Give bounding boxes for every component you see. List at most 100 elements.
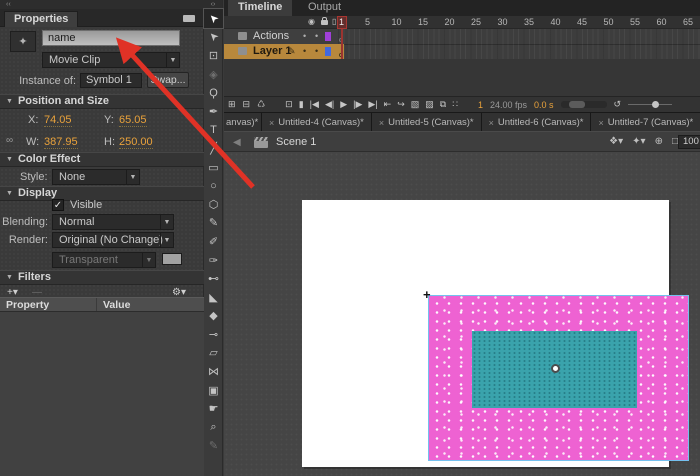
slider-knob[interactable]: [652, 101, 659, 108]
rectangle-tool[interactable]: ▭: [204, 158, 223, 177]
line-tool[interactable]: ╱: [204, 139, 223, 158]
y-value[interactable]: 65.05: [119, 114, 147, 127]
onion-skin-icon[interactable]: ▧: [411, 99, 420, 110]
show-hide-layers-eye-icon[interactable]: ◉: [308, 17, 315, 26]
swap-button[interactable]: Swap...: [147, 72, 189, 88]
document-tab-1[interactable]: ×Untitled-4 (Canvas)*: [262, 113, 372, 131]
document-tab-0[interactable]: anvas)*: [224, 113, 262, 131]
ruler-frame-65[interactable]: 65: [683, 17, 693, 27]
stroke-color-well[interactable]: ✎: [204, 437, 223, 456]
layer-outline-color-swatch[interactable]: [325, 47, 331, 56]
ruler-frame-55[interactable]: 55: [630, 17, 640, 27]
step-forward-button[interactable]: |▶: [353, 99, 362, 110]
layer-row-actions[interactable]: Actions • •: [224, 29, 338, 44]
lock-layers-icon[interactable]: [321, 20, 328, 25]
center-frame-icon[interactable]: ⊡: [285, 99, 293, 110]
play-button[interactable]: ▶: [340, 99, 347, 110]
go-first-frame-button[interactable]: |◀: [310, 99, 319, 110]
hand-tool[interactable]: ☛: [204, 399, 223, 418]
paint-bucket-tool[interactable]: ◣: [204, 288, 223, 307]
document-tab-2[interactable]: ×Untitled-5 (Canvas)*: [372, 113, 482, 131]
camera-tool[interactable]: ▣: [204, 381, 223, 400]
ruler-frame-1[interactable]: 1: [339, 17, 344, 27]
loop-range-icon[interactable]: ⇤: [384, 99, 392, 110]
stage[interactable]: +: [302, 200, 669, 467]
go-last-frame-button[interactable]: ▶|: [368, 99, 377, 110]
close-tab-icon[interactable]: ×: [269, 118, 274, 128]
modify-markers-icon[interactable]: ∷: [452, 99, 458, 110]
marker-icon[interactable]: ▮: [299, 99, 304, 110]
panel-menu-icon[interactable]: [183, 15, 195, 22]
loop-playback-icon[interactable]: ↪: [397, 99, 405, 110]
ruler-frame-35[interactable]: 35: [524, 17, 534, 27]
new-layer-icon[interactable]: ⊞: [228, 99, 236, 110]
timeline-scrollbar[interactable]: [561, 101, 607, 108]
section-position-size[interactable]: ▼Position and Size: [0, 94, 204, 109]
gradient-transform-tool[interactable]: ◈: [204, 65, 223, 84]
document-tab-4[interactable]: ×Untitled-7 (Canvas)*: [591, 113, 700, 131]
visible-checkbox[interactable]: ✓: [52, 199, 64, 211]
bone-tool[interactable]: ⊷: [204, 269, 223, 288]
lasso-tool[interactable]: Ϙ: [204, 83, 223, 102]
tab-properties[interactable]: Properties: [4, 11, 78, 27]
instance-of-field[interactable]: Symbol 1: [80, 73, 142, 88]
ruler-frame-50[interactable]: 50: [604, 17, 614, 27]
pencil-tool[interactable]: ✎: [204, 214, 223, 233]
text-tool[interactable]: T: [204, 121, 223, 140]
layer-outline-color-swatch[interactable]: [325, 32, 331, 41]
panel-collapse-strip[interactable]: ‹‹: [0, 0, 204, 9]
filters-table-body[interactable]: [0, 312, 204, 476]
layer-lock-dot[interactable]: •: [315, 29, 318, 44]
ink-bottle-tool[interactable]: ◆: [204, 307, 223, 326]
transformation-point-icon[interactable]: [551, 364, 560, 373]
width-tool[interactable]: ⋈: [204, 362, 223, 381]
layer-name[interactable]: Actions: [253, 29, 289, 44]
scene-breadcrumb[interactable]: Scene 1: [276, 136, 316, 148]
subselection-tool[interactable]: ➤: [204, 28, 223, 47]
document-tab-3[interactable]: ×Untitled-6 (Canvas)*: [482, 113, 592, 131]
layer-lock-dot[interactable]: •: [315, 44, 318, 59]
close-tab-icon[interactable]: ×: [379, 118, 384, 128]
frames-grid[interactable]: [338, 29, 700, 59]
edit-symbols-button[interactable]: ✦▾: [632, 136, 645, 147]
render-dropdown[interactable]: Original (No Change) ▼: [52, 232, 174, 248]
layer-name[interactable]: Layer 1: [253, 44, 292, 59]
ruler-frame-10[interactable]: 10: [392, 17, 402, 27]
close-tab-icon[interactable]: ×: [598, 118, 603, 128]
delete-layer-icon[interactable]: ♺: [257, 99, 265, 110]
center-stage-icon[interactable]: ⊕: [655, 136, 663, 147]
timeline-zoom-slider[interactable]: [628, 104, 672, 105]
symbol-type-dropdown[interactable]: Movie Clip ▼: [42, 52, 180, 68]
style-dropdown[interactable]: None ▼: [52, 169, 140, 185]
tab-output[interactable]: Output: [298, 0, 351, 16]
fps-value[interactable]: 24.00 fps: [490, 100, 527, 110]
blending-dropdown[interactable]: Normal ▼: [52, 214, 174, 230]
ruler-frame-5[interactable]: 5: [365, 17, 370, 27]
edit-scene-button[interactable]: ❖▾: [609, 136, 623, 147]
section-color-effect[interactable]: ▼Color Effect: [0, 152, 204, 167]
selection-tool[interactable]: ➤: [204, 9, 223, 28]
tools-collapse-strip[interactable]: ‹›: [204, 0, 222, 9]
outline-layers-icon[interactable]: ▯: [332, 17, 336, 26]
zoom-tool[interactable]: ⌕: [204, 418, 223, 437]
tab-timeline[interactable]: Timeline: [228, 0, 292, 16]
reset-timeline-zoom-icon[interactable]: ↺: [614, 99, 622, 110]
scrollbar-thumb[interactable]: [569, 101, 585, 108]
ruler-frame-15[interactable]: 15: [418, 17, 428, 27]
polystar-tool[interactable]: ⬡: [204, 195, 223, 214]
stage-zoom-input[interactable]: 100: [678, 135, 700, 149]
layer-visibility-dot[interactable]: •: [303, 29, 306, 44]
canvas-pasteboard[interactable]: +: [224, 152, 700, 476]
eyedropper-tool[interactable]: ⊸: [204, 325, 223, 344]
ruler-frame-45[interactable]: 45: [577, 17, 587, 27]
step-back-button[interactable]: ◀|: [325, 99, 334, 110]
onion-skin-outline-icon[interactable]: ▨: [425, 99, 434, 110]
layer-visibility-dot[interactable]: •: [303, 44, 306, 59]
free-transform-tool[interactable]: ⊡: [204, 46, 223, 65]
instance-name-input[interactable]: name: [42, 30, 180, 46]
section-filters[interactable]: ▼Filters: [0, 270, 204, 285]
x-value[interactable]: 74.05: [44, 114, 72, 127]
h-value[interactable]: 250.00: [119, 136, 153, 149]
eraser-tool[interactable]: ▱: [204, 344, 223, 363]
brush-tool[interactable]: ✐: [204, 232, 223, 251]
